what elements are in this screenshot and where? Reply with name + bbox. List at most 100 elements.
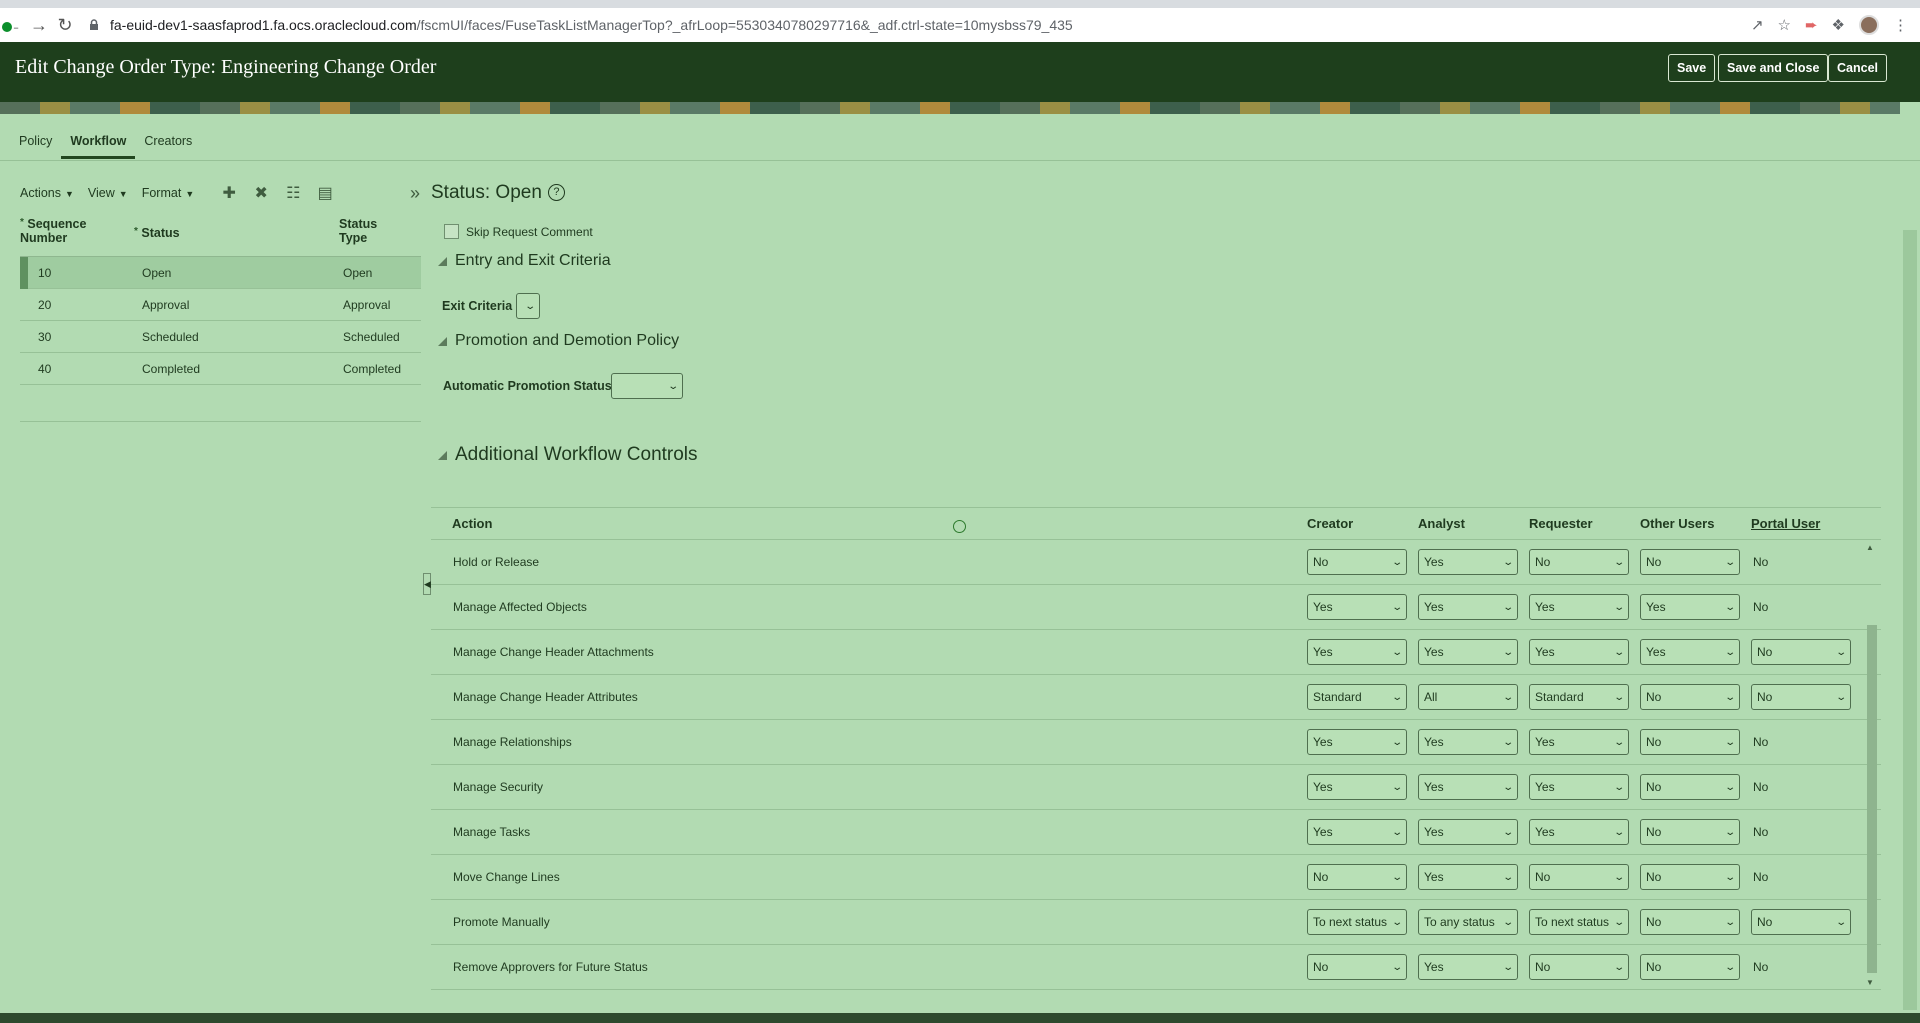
cancel-button[interactable]: Cancel	[1828, 54, 1887, 82]
creator-select[interactable]: Yes ⌄	[1307, 594, 1407, 620]
share-icon[interactable]: ↗	[1751, 16, 1764, 34]
promotion-policy-section[interactable]: Promotion and Demotion Policy	[438, 332, 679, 350]
analyst-select[interactable]: Yes ⌄	[1418, 819, 1518, 845]
analyst-select[interactable]: Yes ⌄	[1418, 594, 1518, 620]
table-scrollbar[interactable]: ▲ ▼	[1865, 543, 1877, 987]
creator-select[interactable]: Yes ⌄	[1307, 819, 1407, 845]
col-analyst[interactable]: Analyst	[1414, 516, 1525, 531]
actions-menu[interactable]: Actions ▼	[20, 186, 74, 200]
portal-user-select[interactable]: No ⌄	[1751, 909, 1851, 935]
requester-select[interactable]: Standard ⌄	[1529, 684, 1629, 710]
wrap-icon[interactable]: ▤	[314, 183, 336, 203]
address-bar[interactable]: fa-euid-dev1-saasfaprod1.fa.ocs.oraclecl…	[88, 11, 1741, 39]
chevron-down-icon: ⌄	[1834, 646, 1847, 658]
puzzle-icon[interactable]: ❖	[1832, 16, 1845, 34]
view-menu[interactable]: View ▼	[88, 186, 128, 200]
chevron-down-icon: ⌄	[1723, 826, 1736, 838]
freeze-icon[interactable]: ☷	[282, 183, 304, 203]
tab-policy[interactable]: Policy	[10, 126, 61, 159]
portal-user-select[interactable]: No ⌄	[1751, 684, 1851, 710]
other-users-select[interactable]: No ⌄	[1640, 684, 1740, 710]
save-button[interactable]: Save	[1668, 54, 1716, 82]
help-icon[interactable]: ?	[547, 184, 565, 202]
creator-select[interactable]: No ⌄	[1307, 549, 1407, 575]
chevron-down-icon: ⌄	[1501, 826, 1514, 838]
creator-select[interactable]: Yes ⌄	[1307, 639, 1407, 665]
select-value: No	[1646, 735, 1662, 749]
requester-select[interactable]: No ⌄	[1529, 549, 1629, 575]
col-creator[interactable]: Creator	[1303, 516, 1414, 531]
analyst-select[interactable]: Yes ⌄	[1418, 549, 1518, 575]
creator-select[interactable]: No ⌄	[1307, 954, 1407, 980]
col-other-users[interactable]: Other Users	[1636, 516, 1747, 531]
creator-select[interactable]: Yes ⌄	[1307, 729, 1407, 755]
other-users-select[interactable]: Yes ⌄	[1640, 639, 1740, 665]
analyst-select[interactable]: All ⌄	[1418, 684, 1518, 710]
star-icon[interactable]: ☆	[1778, 16, 1791, 34]
creator-select[interactable]: No ⌄	[1307, 864, 1407, 890]
save-and-close-button[interactable]: Save and Close	[1718, 54, 1829, 82]
scroll-down-icon[interactable]: ▼	[1866, 978, 1874, 987]
profile-avatar[interactable]	[1859, 15, 1879, 35]
forward-icon[interactable]: →	[26, 12, 52, 38]
table-row[interactable]: 20 Approval Approval	[20, 289, 421, 321]
analyst-select[interactable]: Yes ⌄	[1418, 729, 1518, 755]
skip-request-comment-checkbox[interactable]	[444, 224, 459, 239]
scrollbar-thumb[interactable]	[1867, 625, 1877, 973]
status-grid: * Sequence Number * Status Status Type 10 …	[20, 213, 421, 385]
scroll-up-icon[interactable]: ▲	[1866, 543, 1874, 552]
other-users-select[interactable]: No ⌄	[1640, 864, 1740, 890]
expand-icon[interactable]: »	[410, 183, 420, 204]
analyst-select[interactable]: Yes ⌄	[1418, 774, 1518, 800]
status-title: Status: Open?	[431, 182, 565, 204]
table-row[interactable]: 40 Completed Completed	[20, 353, 421, 385]
collapse-pane-handle[interactable]: ◀	[423, 573, 431, 595]
tab-workflow[interactable]: Workflow	[61, 126, 136, 159]
portal-user-select[interactable]: No ⌄	[1751, 639, 1851, 665]
extension-red-icon[interactable]: ➨	[1805, 16, 1818, 34]
other-users-select[interactable]: No ⌄	[1640, 729, 1740, 755]
page-scrollbar[interactable]	[1903, 230, 1917, 1010]
other-users-select[interactable]: No ⌄	[1640, 549, 1740, 575]
requester-select[interactable]: Yes ⌄	[1529, 819, 1629, 845]
entry-exit-section[interactable]: Entry and Exit Criteria	[438, 252, 611, 270]
other-users-select[interactable]: No ⌄	[1640, 819, 1740, 845]
other-users-select[interactable]: No ⌄	[1640, 909, 1740, 935]
requester-select[interactable]: No ⌄	[1529, 864, 1629, 890]
col-status-type[interactable]: Status Type	[339, 213, 421, 256]
exit-criteria-select[interactable]: ⌄	[516, 293, 540, 319]
creator-select[interactable]: To next status ⌄	[1307, 909, 1407, 935]
col-sequence[interactable]: * Sequence Number	[20, 213, 134, 256]
creator-select[interactable]: Yes ⌄	[1307, 774, 1407, 800]
format-menu[interactable]: Format ▼	[142, 186, 195, 200]
menu-dots-icon[interactable]: ⋮	[1893, 16, 1908, 34]
add-icon[interactable]: ✚	[218, 183, 240, 203]
col-status[interactable]: * Status	[134, 213, 339, 256]
analyst-select[interactable]: Yes ⌄	[1418, 954, 1518, 980]
analyst-select[interactable]: Yes ⌄	[1418, 639, 1518, 665]
additional-controls-section[interactable]: Additional Workflow Controls	[438, 444, 698, 466]
requester-select[interactable]: Yes ⌄	[1529, 639, 1629, 665]
requester-select[interactable]: Yes ⌄	[1529, 729, 1629, 755]
other-users-select[interactable]: No ⌄	[1640, 954, 1740, 980]
col-portal-user[interactable]: Portal User	[1747, 516, 1858, 531]
delete-icon[interactable]: ✖	[250, 183, 272, 203]
analyst-select[interactable]: To any status ⌄	[1418, 909, 1518, 935]
analyst-select[interactable]: Yes ⌄	[1418, 864, 1518, 890]
requester-select[interactable]: To next status ⌄	[1529, 909, 1629, 935]
other-users-select[interactable]: No ⌄	[1640, 774, 1740, 800]
other-users-select[interactable]: Yes ⌄	[1640, 594, 1740, 620]
reload-icon[interactable]: ↻	[52, 12, 78, 38]
col-requester[interactable]: Requester	[1525, 516, 1636, 531]
auto-promotion-select[interactable]: ⌄	[611, 373, 683, 399]
creator-select[interactable]: Standard ⌄	[1307, 684, 1407, 710]
table-row[interactable]: 30 Scheduled Scheduled	[20, 321, 421, 353]
table-row[interactable]: 10 Open Open	[20, 256, 421, 289]
requester-select[interactable]: No ⌄	[1529, 954, 1629, 980]
header-banner	[0, 102, 1900, 114]
tab-creators[interactable]: Creators	[135, 126, 201, 159]
requester-select[interactable]: Yes ⌄	[1529, 594, 1629, 620]
chevron-down-icon: ⌄	[1612, 826, 1625, 838]
col-action[interactable]: Action	[431, 516, 1303, 531]
requester-select[interactable]: Yes ⌄	[1529, 774, 1629, 800]
